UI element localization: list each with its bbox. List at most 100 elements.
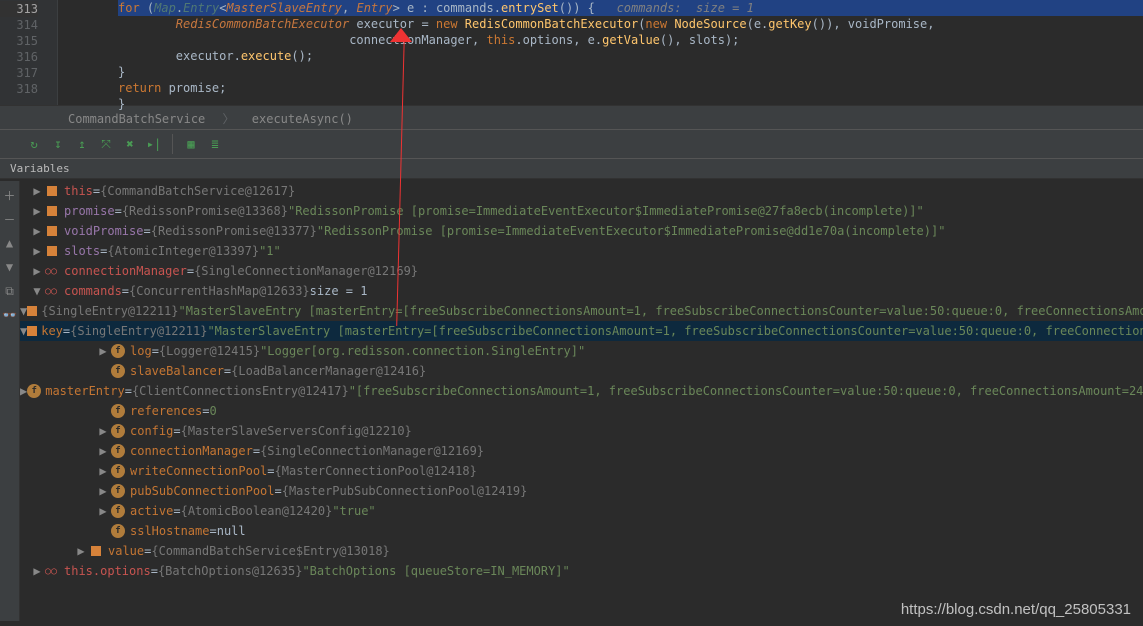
variable-row[interactable]: ▶this = {CommandBatchService@12617} <box>20 181 1143 201</box>
variable-row[interactable]: ▶fconnectionManager = {SingleConnectionM… <box>20 441 1143 461</box>
variable-row[interactable]: ▶○○this.options = {BatchOptions@12635} "… <box>20 561 1143 581</box>
debugger-toolbar: ↻ ↧ ↥ ⤧ ✖ ▸| ▦ ≣ <box>0 129 1143 159</box>
expand-arrow-icon[interactable]: ▶ <box>96 504 110 518</box>
variable-row[interactable]: fslaveBalancer = {LoadBalancerManager@12… <box>20 361 1143 381</box>
variable-row[interactable]: ▶factive = {AtomicBoolean@12420} "true" <box>20 501 1143 521</box>
object-icon: ○○ <box>44 566 60 577</box>
expand-arrow-icon[interactable]: ▶ <box>96 444 110 458</box>
code-line[interactable]: for (Map.Entry<MasterSlaveEntry, Entry> … <box>118 0 1143 16</box>
var-name: key <box>41 324 63 338</box>
field-icon: f <box>110 504 126 518</box>
step-into-icon[interactable]: ↧ <box>46 132 70 156</box>
var-value: {RedissonPromise@13368} <box>122 204 288 218</box>
field-icon: f <box>110 424 126 438</box>
code-line[interactable]: return promise; <box>118 80 1143 96</box>
variable-row[interactable]: freferences = 0 <box>20 401 1143 421</box>
breakpoint-column[interactable] <box>46 0 58 105</box>
separator <box>172 134 173 154</box>
field-icon: f <box>110 404 126 418</box>
var-value: {SingleConnectionManager@12169} <box>194 264 418 278</box>
variable-row[interactable]: ▼○○commands = {ConcurrentHashMap@12633} … <box>20 281 1143 301</box>
up-icon[interactable]: ▲ <box>1 233 19 253</box>
expand-arrow-icon[interactable]: ▶ <box>96 484 110 498</box>
var-value: {RedissonPromise@13377} <box>151 224 317 238</box>
expand-arrow-icon[interactable]: ▶ <box>96 464 110 478</box>
expand-arrow-icon[interactable]: ▶ <box>30 184 44 198</box>
expand-arrow-icon[interactable]: ▶ <box>74 544 88 558</box>
expand-arrow-icon[interactable]: ▼ <box>20 304 27 318</box>
expand-arrow-icon[interactable]: ▶ <box>30 264 44 278</box>
expand-arrow-icon[interactable]: ▶ <box>30 224 44 238</box>
expand-arrow-icon[interactable]: ▶ <box>96 424 110 438</box>
variables-tree[interactable]: ▶this = {CommandBatchService@12617}▶prom… <box>20 181 1143 626</box>
code-line[interactable]: RedisCommonBatchExecutor executor = new … <box>118 16 1143 32</box>
var-name: references <box>130 404 202 418</box>
expand-arrow-icon[interactable]: ▶ <box>30 204 44 218</box>
var-name: pubSubConnectionPool <box>130 484 275 498</box>
down-icon[interactable]: ▼ <box>1 257 19 277</box>
variable-row[interactable]: fsslHostname = null <box>20 521 1143 541</box>
variable-row[interactable]: ▶slots = {AtomicInteger@13397} "1" <box>20 241 1143 261</box>
field-icon: f <box>110 524 126 538</box>
variable-row[interactable]: ▶value = {CommandBatchService$Entry@1301… <box>20 541 1143 561</box>
var-name: config <box>130 424 173 438</box>
evaluate-icon[interactable]: ▦ <box>179 132 203 156</box>
crumb-method[interactable]: executeAsync() <box>252 112 353 126</box>
expand-arrow-icon[interactable]: ▼ <box>20 324 27 338</box>
force-step-icon[interactable]: ✖ <box>118 132 142 156</box>
var-value: {LoadBalancerManager@12416} <box>231 364 426 378</box>
variable-row[interactable]: ▶voidPromise = {RedissonPromise@13377} "… <box>20 221 1143 241</box>
step-over-icon[interactable]: ⤧ <box>94 132 118 156</box>
code-line[interactable]: connectionManager, this.options, e.getVa… <box>118 32 1143 48</box>
expand-arrow-icon[interactable]: ▶ <box>96 344 110 358</box>
value-icon <box>27 326 37 336</box>
code-content[interactable]: for (Map.Entry<MasterSlaveEntry, Entry> … <box>58 0 1143 105</box>
variable-row[interactable]: ▶promise = {RedissonPromise@13368} "Redi… <box>20 201 1143 221</box>
expand-arrow-icon[interactable]: ▶ <box>30 564 44 578</box>
var-value: {Logger@12415} <box>159 344 260 358</box>
variable-row[interactable]: ▼key = {SingleEntry@12211} "MasterSlaveE… <box>20 321 1143 341</box>
variable-row[interactable]: ▶fpubSubConnectionPool = {MasterPubSubCo… <box>20 481 1143 501</box>
crumb-class[interactable]: CommandBatchService <box>68 112 205 126</box>
code-line[interactable]: executor.execute(); <box>118 48 1143 64</box>
var-value: {CommandBatchService@12617} <box>100 184 295 198</box>
value-icon <box>44 226 60 236</box>
code-line[interactable]: } <box>118 64 1143 80</box>
var-name: commands <box>64 284 122 298</box>
variable-row[interactable]: ▶fconfig = {MasterSlaveServersConfig@122… <box>20 421 1143 441</box>
variable-row[interactable]: ▶fwriteConnectionPool = {MasterConnectio… <box>20 461 1143 481</box>
restart-frame-icon[interactable]: ↻ <box>22 132 46 156</box>
var-string: "MasterSlaveEntry [masterEntry=[freeSubs… <box>207 324 1143 338</box>
add-watch-icon[interactable]: ＋ <box>1 185 19 205</box>
glasses-icon[interactable]: 👓 <box>1 305 19 325</box>
variable-row[interactable]: ▶fmasterEntry = {ClientConnectionsEntry@… <box>20 381 1143 401</box>
var-name: sslHostname <box>130 524 209 538</box>
debug-side-rail: ＋ － ▲ ▼ ⧉ 👓 <box>0 181 20 621</box>
expand-arrow-icon[interactable]: ▶ <box>30 244 44 258</box>
var-value: {CommandBatchService$Entry@13018} <box>151 544 389 558</box>
variables-title: Variables <box>10 162 70 175</box>
expand-arrow-icon[interactable]: ▶ <box>20 384 27 398</box>
chevron-right-icon: 〉 <box>223 110 235 127</box>
var-string: "MasterSlaveEntry [masterEntry=[freeSubs… <box>179 304 1143 318</box>
var-string: "RedissonPromise [promise=ImmediateEvent… <box>288 204 924 218</box>
var-string: "true" <box>332 504 375 518</box>
variables-panel-header: Variables <box>0 159 1143 179</box>
var-string: "[freeSubscribeConnectionsAmount=1, free… <box>349 384 1143 398</box>
copy-icon[interactable]: ⧉ <box>1 281 19 301</box>
var-string: "Logger[org.redisson.connection.SingleEn… <box>260 344 585 358</box>
var-value: {SingleEntry@12211} <box>70 324 207 338</box>
variable-row[interactable]: ▶○○connectionManager = {SingleConnection… <box>20 261 1143 281</box>
expand-arrow-icon[interactable]: ▼ <box>30 284 44 298</box>
trace-icon[interactable]: ≣ <box>203 132 227 156</box>
var-name: writeConnectionPool <box>130 464 267 478</box>
variable-row[interactable]: ▼{SingleEntry@12211} "MasterSlaveEntry [… <box>20 301 1143 321</box>
var-value: {ConcurrentHashMap@12633} <box>129 284 310 298</box>
step-out-icon[interactable]: ↥ <box>70 132 94 156</box>
code-line[interactable]: } <box>118 96 1143 112</box>
var-name: connectionManager <box>130 444 253 458</box>
variable-row[interactable]: ▶flog = {Logger@12415} "Logger[org.redis… <box>20 341 1143 361</box>
line-gutter: 313314315316317318 <box>0 0 46 105</box>
remove-watch-icon[interactable]: － <box>1 209 19 229</box>
run-to-cursor-icon[interactable]: ▸| <box>142 132 166 156</box>
